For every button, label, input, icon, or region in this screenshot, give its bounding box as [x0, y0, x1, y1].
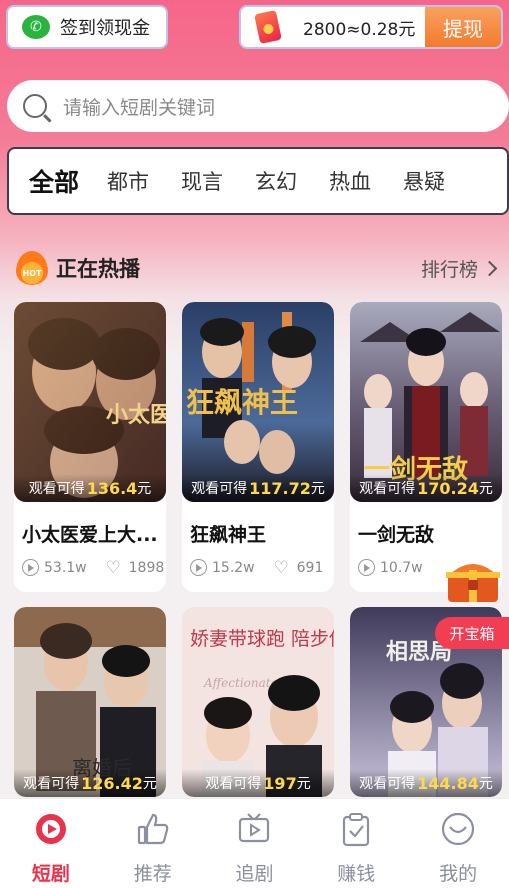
earn-reward: 观看可得 197 元: [182, 769, 334, 797]
search-icon: [23, 94, 47, 118]
like-count: 1898: [128, 559, 165, 576]
earn-reward: 观看可得 170.24 元: [350, 474, 502, 502]
play-count: 15.2w: [212, 559, 255, 576]
heart-plus-icon: ♡: [273, 557, 289, 578]
smile-icon: [441, 812, 475, 846]
poster-art: 一剑无敌: [350, 302, 502, 502]
tv-icon: [239, 813, 270, 843]
drama-card[interactable]: 狂飙神王 观看可得 117.72 元 狂飙神王 15.2w ♡ 691: [182, 302, 334, 592]
withdraw-button[interactable]: 提现: [425, 7, 501, 47]
drama-card[interactable]: 娇妻带球跑 陪步你走开 Affectionate 观看可得197元: [182, 607, 334, 797]
play-count: 10.7w: [380, 559, 423, 576]
drama-poster: 一剑无敌 观看可得 170.24 元: [350, 302, 502, 502]
tab-modern-romance[interactable]: 现言: [181, 166, 223, 196]
play-count-icon: [22, 559, 39, 576]
play-count-icon: [358, 559, 375, 576]
earn-reward: 观看可得 126.42 元: [14, 769, 166, 797]
heart-plus-icon: ♡: [105, 557, 121, 578]
nav-item-earn[interactable]: 赚钱: [305, 799, 407, 888]
drama-poster: 狂飙神王 观看可得 117.72 元: [182, 302, 334, 502]
nav-item-following[interactable]: 追剧: [204, 799, 306, 888]
like-count: 691: [296, 559, 324, 576]
top-bar: ✆ 签到领现金 2800≈0.28元 提现: [6, 5, 503, 51]
svg-text:娇妻带球跑 陪步你走开: 娇妻带球跑 陪步你走开: [190, 628, 334, 650]
drama-stats: 15.2w ♡ 691: [190, 559, 334, 576]
category-tabs: 全部 都市 现言 玄幻 热血 悬疑: [7, 147, 509, 215]
poster-art: 狂飙神王: [182, 302, 334, 502]
nav-item-shorts[interactable]: 短剧: [0, 799, 102, 888]
play-circle-icon: [35, 814, 66, 844]
drama-poster: 离婚后 观看可得 126.42 元: [14, 607, 166, 797]
svg-text:小太医 入白: 小太医 入白: [106, 402, 166, 428]
hot-fire-icon: HOT: [16, 251, 48, 285]
open-treasure-button[interactable]: 开宝箱: [435, 617, 509, 649]
drama-card[interactable]: 一剑无敌 观看可得 170.24 元 一剑无敌 10.7w: [350, 302, 502, 592]
nav-item-recommend[interactable]: 推荐: [102, 799, 204, 888]
wechat-icon: ✆: [22, 15, 50, 39]
drama-card[interactable]: 小太医 入白 观看可得136.4元 小太医爱上大... 53.1w ♡ 1898: [14, 302, 166, 592]
now-playing-header: HOT 正在热播 排行榜: [16, 250, 498, 286]
earn-reward: 观看可得 136.4 元: [14, 474, 166, 502]
tab-action[interactable]: 热血: [329, 166, 371, 196]
drama-card[interactable]: 离婚后 观看可得 126.42 元: [14, 607, 166, 797]
ranking-link[interactable]: 排行榜: [421, 255, 498, 282]
drama-poster: 娇妻带球跑 陪步你走开 Affectionate 观看可得197元: [182, 607, 334, 797]
signin-label: 签到领现金: [60, 18, 150, 39]
poster-art: 小太医 入白: [14, 302, 166, 502]
play-count-icon: [190, 559, 207, 576]
search-placeholder: 请输入短剧关键词: [63, 96, 216, 119]
svg-text:Affectionate: Affectionate: [203, 676, 278, 690]
treasure-chest-icon[interactable]: [442, 550, 504, 606]
chevron-right-icon: [481, 260, 498, 276]
nav-item-profile[interactable]: 我的: [407, 799, 509, 888]
tab-fantasy[interactable]: 玄幻: [255, 166, 297, 196]
red-packet-icon: [254, 10, 282, 44]
tab-urban[interactable]: 都市: [107, 166, 149, 196]
search-bar[interactable]: 请输入短剧关键词: [7, 80, 509, 132]
drama-title: 小太医爱上大...: [22, 524, 158, 546]
coin-balance[interactable]: 2800≈0.28元 提现: [239, 5, 503, 49]
drama-poster: 小太医 入白 观看可得136.4元: [14, 302, 166, 502]
drama-stats: 53.1w ♡ 1898: [22, 559, 166, 576]
drama-title: 狂飙神王: [190, 524, 267, 546]
earn-reward: 观看可得 144.84 元: [350, 769, 502, 797]
tab-mystery[interactable]: 悬疑: [403, 166, 445, 196]
earn-reward: 观看可得 117.72 元: [182, 474, 334, 502]
clipboard-check-icon: [343, 813, 370, 847]
thumbs-up-icon: [137, 813, 169, 845]
signin-button[interactable]: ✆ 签到领现金: [6, 5, 168, 49]
drama-title: 一剑无敌: [358, 524, 435, 546]
section-title: 正在热播: [56, 257, 140, 281]
svg-text:狂飙神王: 狂飙神王: [186, 386, 298, 419]
bottom-nav: 短剧 推荐 追剧 赚钱 我的: [0, 798, 509, 888]
play-count: 53.1w: [44, 559, 87, 576]
tab-all[interactable]: 全部: [29, 163, 79, 199]
coin-amount: 2800≈0.28元: [303, 19, 416, 40]
